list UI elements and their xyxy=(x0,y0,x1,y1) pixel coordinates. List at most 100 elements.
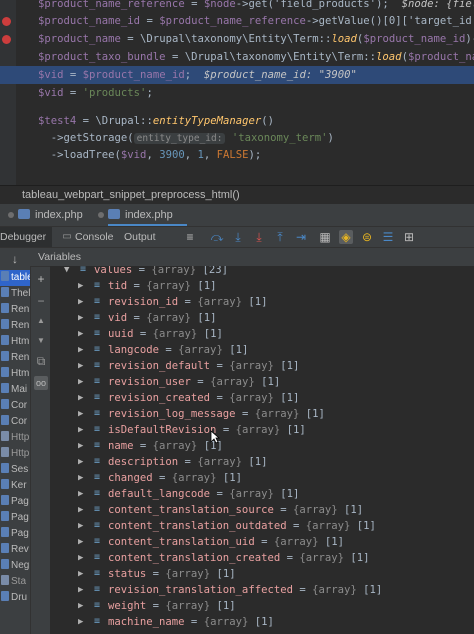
step-into-icon[interactable]: ⤓ xyxy=(231,230,245,244)
tab-output[interactable]: Output xyxy=(124,227,156,247)
variable-row[interactable]: ▶ ≡ default_langcode = {array} [1] xyxy=(50,486,474,502)
variable-row[interactable]: ▶ ≡ revision_created = {array} [1] xyxy=(50,390,474,406)
code-editor[interactable]: $product_name_reference = $node->get('fi… xyxy=(0,0,474,185)
expand-arrow-icon[interactable]: ▶ xyxy=(78,358,83,374)
code-line[interactable]: $vid = $product_name_id; $product_name_i… xyxy=(0,66,474,84)
frame-item[interactable]: Htm xyxy=(0,334,30,350)
expand-arrow-icon[interactable]: ▶ xyxy=(78,454,83,470)
expand-arrow-icon[interactable]: ▶ xyxy=(78,566,83,582)
step-over-icon[interactable]: ⤼ xyxy=(210,230,224,244)
frame-item[interactable]: Ren xyxy=(0,350,30,366)
breakpoint-icon[interactable]: ⊜ xyxy=(360,230,374,244)
variable-row[interactable]: ▶ ≡ langcode = {array} [1] xyxy=(50,342,474,358)
glasses-icon[interactable]: oo xyxy=(34,376,48,390)
frames-list-icon[interactable]: ☰ xyxy=(381,230,395,244)
expand-arrow-icon[interactable]: ▶ xyxy=(78,294,83,310)
expand-arrow-icon[interactable]: ▶ xyxy=(78,310,83,326)
variable-row[interactable]: ▶ ≡ machine_name = {array} [1] xyxy=(50,614,474,630)
frame-item[interactable]: Http xyxy=(0,430,30,446)
variable-row[interactable]: ▶ ≡ changed = {array} [1] xyxy=(50,470,474,486)
move-up-icon[interactable]: ▲ xyxy=(34,314,48,328)
frame-item[interactable]: Http xyxy=(0,446,30,462)
frame-item[interactable]: Rev xyxy=(0,542,30,558)
move-down-icon[interactable]: ▼ xyxy=(34,334,48,348)
frame-item[interactable]: Htm xyxy=(0,366,30,382)
expand-arrow-icon[interactable]: ▶ xyxy=(78,502,83,518)
variable-root-row[interactable]: ▼ ≡ values = {array} [23] xyxy=(50,266,474,278)
variable-row[interactable]: ▶ ≡ uuid = {array} [1] xyxy=(50,326,474,342)
file-tab-2[interactable]: index.php xyxy=(108,204,187,226)
variable-row[interactable]: ▶ ≡ description = {array} [1] xyxy=(50,454,474,470)
variable-row[interactable]: ▶ ≡ isDefaultRevision = {array} [1] xyxy=(50,422,474,438)
frame-item[interactable]: Thel xyxy=(0,286,30,302)
frame-item[interactable]: table xyxy=(0,270,30,286)
variable-row[interactable]: ▶ ≡ revision_default = {array} [1] xyxy=(50,358,474,374)
expand-arrow-icon[interactable]: ▶ xyxy=(78,390,83,406)
variable-row[interactable]: ▶ ≡ content_translation_uid = {array} [1] xyxy=(50,534,474,550)
code-line[interactable]: $test4 = \Drupal::entityTypeManager() xyxy=(0,112,474,130)
force-step-into-icon[interactable]: ⤓ xyxy=(252,230,266,244)
expand-arrow-icon[interactable]: ▶ xyxy=(78,614,83,630)
variable-row[interactable]: ▶ ≡ content_translation_created = {array} … xyxy=(50,550,474,566)
variable-row[interactable]: ▶ ≡ content_translation_source = {array} [… xyxy=(50,502,474,518)
code-line[interactable]: ->loadTree($vid, 3900, 1, FALSE); xyxy=(0,146,474,164)
collapse-arrow-icon[interactable]: ▼ xyxy=(64,266,69,278)
frame-item[interactable]: Neg xyxy=(0,558,30,574)
error-marker-icon[interactable] xyxy=(2,35,11,44)
frame-item[interactable]: Dru xyxy=(0,590,30,606)
expand-arrow-icon[interactable]: ▶ xyxy=(78,582,83,598)
variable-row[interactable]: ▶ ≡ content_translation_outdated = {array}… xyxy=(50,518,474,534)
expand-arrow-icon[interactable]: ▶ xyxy=(78,422,83,438)
variable-row[interactable]: ▶ ≡ revision_log_message = {array} [1] xyxy=(50,406,474,422)
file-tab-1[interactable]: index.php xyxy=(18,204,83,226)
settings-list-icon[interactable]: ⊞ xyxy=(402,230,416,244)
expand-arrow-icon[interactable]: ▶ xyxy=(78,278,83,294)
variable-row[interactable]: ▶ ≡ weight = {array} [1] xyxy=(50,598,474,614)
copy-icon[interactable]: ⧉ xyxy=(34,354,48,368)
frame-item[interactable]: Pag xyxy=(0,526,30,542)
variable-row[interactable]: ▶ ≡ vid = {array} [1] xyxy=(50,310,474,326)
expand-arrow-icon[interactable]: ▶ xyxy=(78,326,83,342)
frame-item[interactable]: Ses xyxy=(0,462,30,478)
step-out-icon[interactable]: ⤒ xyxy=(273,230,287,244)
expand-arrow-icon[interactable]: ▶ xyxy=(78,550,83,566)
frame-item[interactable]: Ren xyxy=(0,318,30,334)
code-line[interactable]: $product_taxo_bundle = \Drupal\taxonomy\… xyxy=(0,48,474,66)
breadcrumb[interactable]: tableau_webpart_snippet_preprocess_html(… xyxy=(0,185,474,204)
variable-row[interactable]: ▶ ≡ tid = {array} [1] xyxy=(50,278,474,294)
expand-arrow-icon[interactable]: ▶ xyxy=(78,438,83,454)
frame-item[interactable]: Pag xyxy=(0,510,30,526)
variable-row[interactable]: ▶ ≡ revision_id = {array} [1] xyxy=(50,294,474,310)
expand-arrow-icon[interactable]: ▶ xyxy=(78,534,83,550)
frame-item[interactable]: Ren xyxy=(0,302,30,318)
expand-arrow-icon[interactable]: ▶ xyxy=(78,374,83,390)
frame-item[interactable]: Sta xyxy=(0,574,30,590)
variable-row[interactable]: ▶ ≡ revision_translation_affected = {array… xyxy=(50,582,474,598)
expand-arrow-icon[interactable]: ▶ xyxy=(78,406,83,422)
variable-row[interactable]: ▶ ≡ name = {array} [1] xyxy=(50,438,474,454)
expand-arrow-icon[interactable]: ▶ xyxy=(78,342,83,358)
evaluate-icon[interactable]: ▦ xyxy=(318,230,332,244)
watch-icon[interactable]: ◈ xyxy=(339,230,353,244)
code-line[interactable]: $vid = 'products'; xyxy=(0,84,474,102)
expand-arrow-icon[interactable]: ▶ xyxy=(78,518,83,534)
code-line[interactable]: ->getStorage(entity_type_id: 'taxonomy_t… xyxy=(0,129,474,147)
frame-item[interactable]: Mai xyxy=(0,382,30,398)
tab-console[interactable]: Console xyxy=(75,227,114,247)
code-line[interactable]: $product_name = \Drupal\taxonomy\Entity\… xyxy=(0,30,474,48)
sort-icon[interactable]: ↓ xyxy=(8,252,22,266)
remove-watch-icon[interactable]: − xyxy=(34,294,48,308)
tab-debugger[interactable]: Debugger xyxy=(0,227,52,247)
expand-arrow-icon[interactable]: ▶ xyxy=(78,486,83,502)
add-watch-icon[interactable]: + xyxy=(34,272,48,286)
expand-arrow-icon[interactable]: ▶ xyxy=(78,470,83,486)
code-line[interactable]: $product_name_id = $product_name_referen… xyxy=(0,12,474,30)
expand-arrow-icon[interactable]: ▶ xyxy=(78,598,83,614)
run-to-cursor-icon[interactable]: ⇥ xyxy=(294,230,308,244)
variable-row[interactable]: ▶ ≡ revision_user = {array} [1] xyxy=(50,374,474,390)
breadcrumb-function[interactable]: tableau_webpart_snippet_preprocess_html(… xyxy=(22,186,240,204)
menu-lines-icon[interactable]: ≡ xyxy=(183,230,197,244)
frame-item[interactable]: Pag xyxy=(0,494,30,510)
error-marker-icon[interactable] xyxy=(2,17,11,26)
frame-item[interactable]: Cor xyxy=(0,414,30,430)
